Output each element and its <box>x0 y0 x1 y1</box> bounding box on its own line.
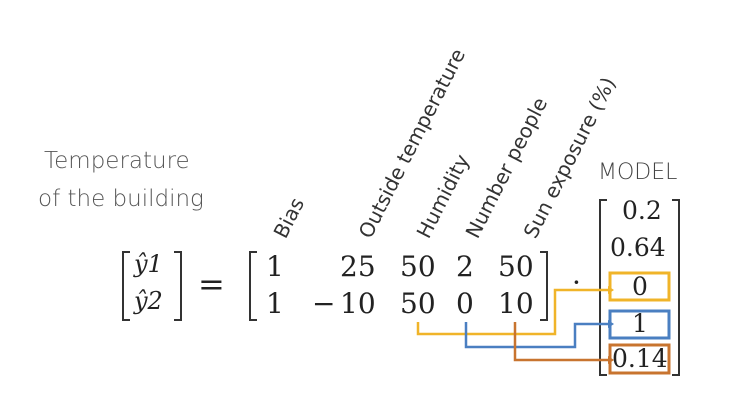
matrix-cell-r1-sun-exposure: 50 <box>498 250 534 283</box>
matrix-cell-r1-humidity: 50 <box>400 250 436 283</box>
matrix-cell-r2-number-people: 0 <box>456 287 474 320</box>
matrix-cell-r1-bias: 1 <box>266 250 284 283</box>
matrix-right-bracket <box>540 251 548 321</box>
matrix-cell-r2-humidity: 50 <box>400 287 436 320</box>
weight-sun-exposure: 0.14 <box>612 344 668 373</box>
matrix-cell-r2-outside-temperature: 10 <box>340 287 376 320</box>
dot-operator: · <box>572 266 581 299</box>
output-right-bracket <box>174 251 182 321</box>
equals-sign: = <box>198 265 225 303</box>
weight-outside-temperature: 0.64 <box>610 233 666 262</box>
connector-sun-exposure <box>513 322 608 362</box>
matrix-cell-r2-sun-exposure: 10 <box>498 287 534 320</box>
matrix-minus-sign: − <box>312 287 336 320</box>
output-y2: ŷ2 <box>134 287 163 315</box>
output-left-bracket <box>122 251 130 321</box>
weight-humidity: 0 <box>632 272 648 301</box>
weight-bias: 0.2 <box>622 196 662 225</box>
matrix-cell-r2-bias: 1 <box>266 287 284 320</box>
weights-right-bracket <box>672 199 680 376</box>
weights-left-bracket <box>599 199 607 376</box>
matrix-left-bracket <box>249 251 257 321</box>
matrix-cell-r1-number-people: 2 <box>456 250 474 283</box>
weight-number-people: 1 <box>632 309 648 338</box>
matrix-cell-r1-outside-temperature: 25 <box>340 250 376 283</box>
output-y1: ŷ1 <box>134 250 163 278</box>
